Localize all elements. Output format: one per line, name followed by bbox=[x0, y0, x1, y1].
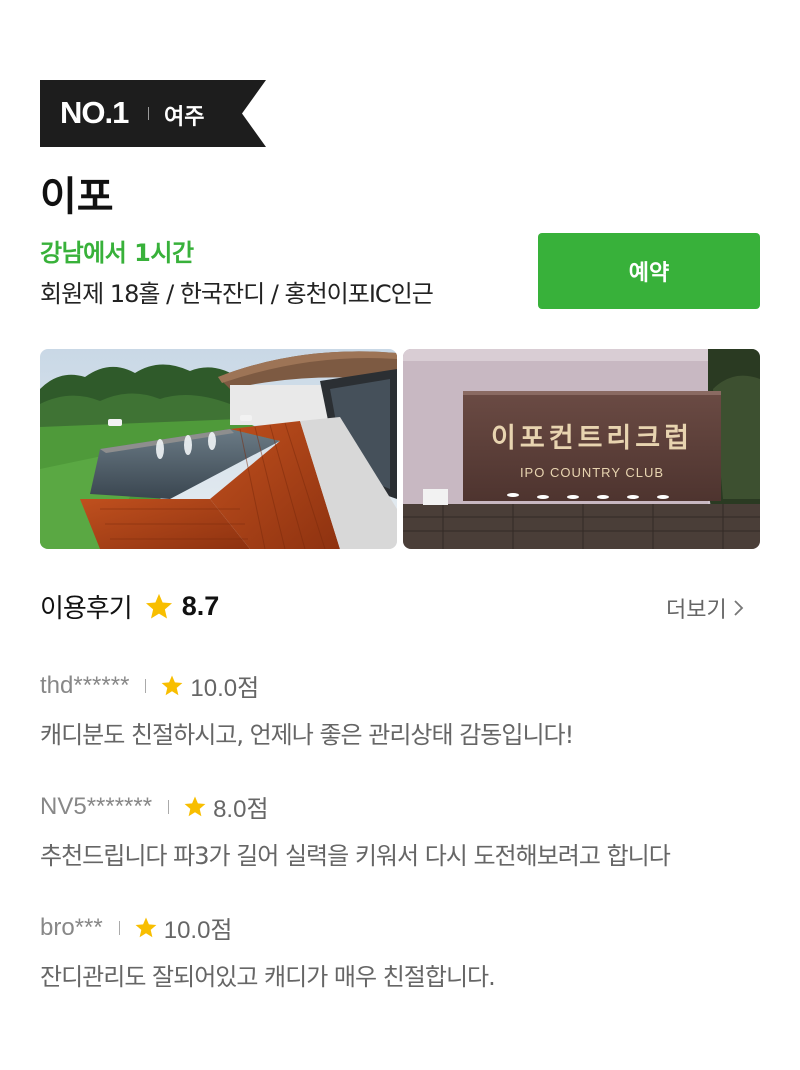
sign-korean-text: 이포컨트리크럽 bbox=[491, 423, 693, 454]
review-rating: 8.0점 bbox=[213, 796, 269, 823]
review-title: 이용후기 bbox=[40, 594, 133, 624]
star-icon bbox=[135, 917, 157, 937]
star-icon bbox=[162, 675, 183, 695]
review-text: 캐디분도 친절하시고, 언제나 좋은 관리상태 감동입니다! bbox=[40, 721, 574, 749]
rank-divider bbox=[148, 107, 149, 120]
chevron-right-icon bbox=[734, 600, 744, 616]
review-text: 잔디관리도 잘되어있고 캐디가 매우 친절합니다. bbox=[40, 963, 496, 991]
clubhouse-photo[interactable] bbox=[40, 349, 397, 549]
more-reviews-label: 더보기 bbox=[666, 598, 727, 623]
review-rating: 10.0점 bbox=[163, 917, 233, 944]
reserve-button[interactable]: 예약 bbox=[538, 233, 760, 309]
club-name: 이포 bbox=[40, 174, 114, 220]
club-sign-photo[interactable]: 이포컨트리크럽 IPO COUNTRY CLUB bbox=[403, 349, 760, 549]
club-features: 회원제 18홀 / 한국잔디 / 홍천이포IC인근 bbox=[40, 280, 434, 308]
review-item: thd****** 10.0점 캐디분도 친절하시고, 언제나 좋은 관리상태 … bbox=[40, 668, 574, 750]
star-icon bbox=[184, 796, 206, 816]
rank-badge: NO.1 여주 bbox=[40, 80, 266, 147]
rank-region: 여주 bbox=[164, 105, 205, 130]
review-meta: NV5******* 8.0점 bbox=[40, 789, 670, 824]
review-item: bro*** 10.0점 잔디관리도 잘되어있고 캐디가 매우 친절합니다. bbox=[40, 910, 496, 992]
review-text: 추천드립니다 파3가 길어 실력을 키워서 다시 도전해보려고 합니다 bbox=[40, 842, 671, 870]
meta-divider bbox=[145, 678, 147, 693]
review-average-score: 8.7 bbox=[181, 591, 220, 621]
review-user: bro*** bbox=[40, 913, 103, 941]
review-user: thd****** bbox=[40, 671, 130, 699]
rank-number: NO.1 bbox=[60, 95, 129, 130]
review-header: 이용후기 8.7 bbox=[40, 588, 219, 625]
more-reviews-link[interactable]: 더보기 bbox=[666, 592, 745, 624]
star-icon bbox=[145, 593, 172, 618]
review-meta: thd****** 10.0점 bbox=[40, 668, 573, 703]
review-item: NV5******* 8.0점 추천드립니다 파3가 길어 실력을 키워서 다시… bbox=[40, 789, 671, 871]
sign-english-text: IPO COUNTRY CLUB bbox=[520, 465, 664, 480]
review-meta: bro*** 10.0점 bbox=[40, 910, 495, 945]
club-tagline: 강남에서 1시간 bbox=[40, 239, 194, 267]
review-rating: 10.0점 bbox=[190, 675, 260, 702]
meta-divider bbox=[118, 920, 120, 935]
review-user: NV5******* bbox=[40, 792, 153, 820]
meta-divider bbox=[168, 799, 170, 814]
